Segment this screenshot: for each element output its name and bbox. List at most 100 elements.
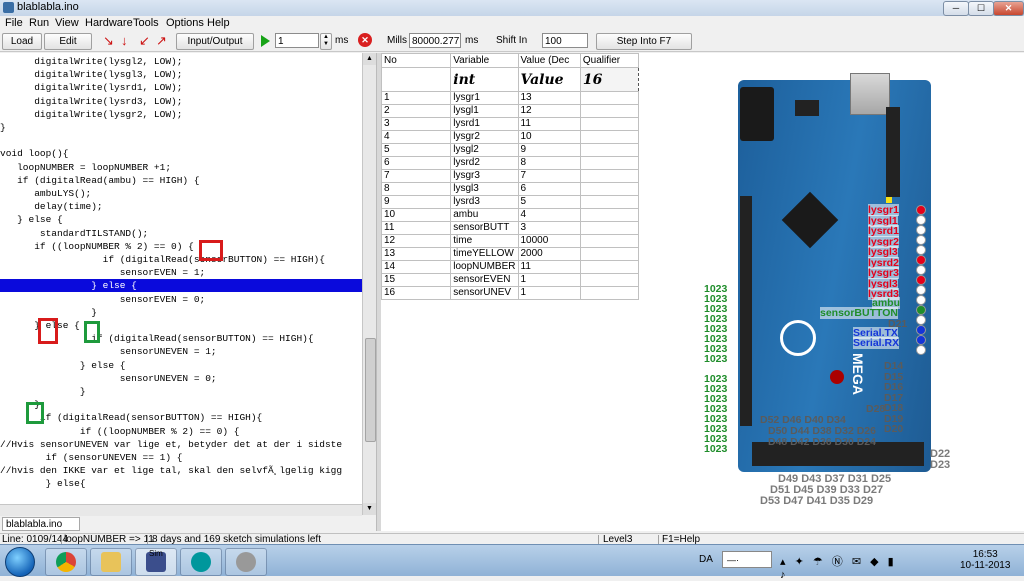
minimize-button[interactable]: ─ — [943, 1, 969, 16]
table-row-cell — [579, 286, 640, 300]
table-row[interactable]: 16 sensorUNEV 1 — [380, 286, 640, 300]
step-down-icon[interactable]: ↓ — [121, 34, 128, 47]
menu-run[interactable]: Run — [29, 17, 49, 29]
table-row[interactable]: 2 lysgl1 12 — [380, 104, 640, 118]
menu-options[interactable]: Options — [166, 17, 204, 29]
taskbar-sim[interactable]: Sim — [135, 548, 177, 576]
step-over-icon[interactable]: ↘ — [103, 34, 114, 47]
code-line[interactable] — [0, 134, 362, 147]
taskbar-arduino[interactable] — [180, 548, 222, 576]
edit-button[interactable]: Edit — [44, 33, 92, 50]
table-row[interactable]: 1 lysgr1 13 — [380, 91, 640, 105]
table-row-cell — [579, 182, 640, 196]
tray-search-icon[interactable]: —· — [722, 551, 772, 568]
code-line[interactable]: sensorUNEVEN = 0; — [0, 372, 362, 385]
code-line[interactable]: } else{ — [0, 477, 362, 490]
table-row[interactable]: 13 timeYELLOW 2000 — [380, 247, 640, 261]
code-horizontal-scrollbar[interactable] — [0, 504, 362, 516]
reset-button[interactable] — [830, 370, 844, 384]
table-row[interactable]: 7 lysgr3 7 — [380, 169, 640, 183]
code-line[interactable]: digitalWrite(lysgr2, LOW); — [0, 108, 362, 121]
code-line[interactable]: digitalWrite(lysrd3, LOW); — [0, 95, 362, 108]
menu-tools[interactable]: Tools — [133, 17, 159, 29]
table-type-row[interactable]: int Value 16 — [380, 67, 640, 92]
step-count-input[interactable]: 1 — [275, 33, 319, 48]
table-row[interactable]: 9 lysrd3 5 — [380, 195, 640, 209]
code-line[interactable]: sensorUNEVEN = 1; — [0, 345, 362, 358]
table-row-cell: 16 — [380, 286, 452, 300]
code-line[interactable]: if (digitalRead(sensorBUTTON) == HIGH){ — [0, 411, 362, 424]
code-line[interactable]: digitalWrite(lysrd1, LOW); — [0, 81, 362, 94]
code-line[interactable]: } — [0, 121, 362, 134]
code-line[interactable]: sensorEVEN = 0; — [0, 293, 362, 306]
table-row[interactable]: 6 lysrd2 8 — [380, 156, 640, 170]
step-spinner[interactable]: ▲ ▼ — [320, 33, 332, 50]
code-line[interactable]: if (digitalRead(ambu) == HIGH) { — [0, 174, 362, 187]
code-vertical-scrollbar[interactable]: ▲ ▼ — [362, 53, 376, 515]
run-icon[interactable] — [261, 35, 270, 47]
table-row-cell: lysgr2 — [450, 130, 519, 144]
stop-icon[interactable]: ✕ — [358, 33, 372, 47]
code-line[interactable]: ambuLYS(); — [0, 187, 362, 200]
file-tab[interactable]: blablabla.ino — [2, 517, 80, 531]
pin-led-icon — [916, 295, 926, 305]
mills-input[interactable]: 80000.277 — [409, 33, 461, 48]
code-line[interactable]: if ((loopNUMBER % 2) == 0) { — [0, 425, 362, 438]
scroll-down-arrow[interactable]: ▼ — [363, 503, 376, 515]
maximize-button[interactable]: ☐ — [968, 1, 994, 16]
table-row[interactable]: 12 time 10000 — [380, 234, 640, 248]
code-editor[interactable]: digitalWrite(lysgl2, LOW); digitalWrite(… — [0, 53, 363, 515]
code-line[interactable]: digitalWrite(lysgl3, LOW); — [0, 68, 362, 81]
code-line[interactable]: delay(time); — [0, 200, 362, 213]
table-row[interactable]: 10 ambu 4 — [380, 208, 640, 222]
code-line[interactable]: //Hvis sensorUNEVEN var lige et, betyder… — [0, 438, 362, 451]
close-button[interactable]: ✕ — [993, 1, 1024, 16]
code-line[interactable]: loopNUMBER = loopNUMBER +1; — [0, 161, 362, 174]
language-indicator[interactable]: DA — [699, 554, 713, 565]
code-line[interactable]: } else { — [0, 359, 362, 372]
app-icon — [3, 2, 14, 13]
load-button[interactable]: Load — [2, 33, 42, 50]
menu-hardware[interactable]: Hardware — [85, 17, 133, 29]
input-output-button[interactable]: Input/Output — [176, 33, 254, 50]
code-line[interactable]: //hvis den IKKE var et lige tal, skal de… — [0, 464, 362, 477]
menu-view[interactable]: View — [55, 17, 79, 29]
pin-led-icon — [916, 335, 926, 345]
table-row[interactable]: 4 lysgr2 10 — [380, 130, 640, 144]
code-line[interactable]: void loop(){ — [0, 147, 362, 160]
step-into-button[interactable]: Step Into F7 — [596, 33, 692, 50]
code-line[interactable]: if ((loopNUMBER % 2) == 0) { — [0, 240, 362, 253]
code-line[interactable]: if (digitalRead(sensorBUTTON) == HIGH){ — [0, 253, 362, 266]
code-line[interactable]: if (sensorUNEVEN == 1) { — [0, 451, 362, 464]
tray-icons[interactable]: ▴ ✦ ☂ Ⓝ ✉ ◆ ▮ ♪ — [780, 553, 910, 581]
scroll-thumb[interactable] — [365, 338, 376, 442]
shift-in-input[interactable]: 100 — [542, 33, 588, 48]
taskbar: Sim DA —· ▴ ✦ ☂ Ⓝ ✉ ◆ ▮ ♪ 16:53 10-11-20… — [0, 544, 1024, 581]
code-line[interactable]: digitalWrite(lysgl2, LOW); — [0, 55, 362, 68]
table-row-cell — [579, 143, 640, 157]
code-line[interactable]: } — [0, 385, 362, 398]
code-line[interactable]: standardTILSTAND(); — [0, 227, 362, 240]
step-out-icon[interactable]: ↗ — [156, 34, 167, 47]
menu-file[interactable]: File — [5, 17, 23, 29]
step-diag-icon[interactable]: ↙ — [139, 34, 150, 47]
table-row[interactable]: 8 lysgl3 6 — [380, 182, 640, 196]
table-header[interactable]: No Variable Value (Dec Qualifier — [380, 53, 640, 68]
taskbar-paint[interactable] — [225, 548, 267, 576]
start-button[interactable] — [5, 547, 35, 577]
table-row[interactable]: 14 loopNUMBER 11 — [380, 260, 640, 274]
menu-help[interactable]: Help — [207, 17, 230, 29]
code-line[interactable]: } else { — [0, 213, 362, 226]
code-line[interactable]: } — [0, 398, 362, 411]
table-row[interactable]: 11 sensorBUTT 3 — [380, 221, 640, 235]
code-line[interactable]: } — [0, 306, 362, 319]
code-line[interactable]: sensorEVEN = 1; — [0, 266, 362, 279]
table-row[interactable]: 3 lysrd1 11 — [380, 117, 640, 131]
clock[interactable]: 16:53 10-11-2013 — [960, 549, 1010, 571]
taskbar-explorer[interactable] — [90, 548, 132, 576]
code-line[interactable]: } else { — [0, 279, 362, 293]
taskbar-chrome[interactable] — [45, 548, 87, 576]
table-row[interactable]: 5 lysgl2 9 — [380, 143, 640, 157]
scroll-up-arrow[interactable]: ▲ — [363, 53, 376, 65]
table-row[interactable]: 15 sensorEVEN 1 — [380, 273, 640, 287]
